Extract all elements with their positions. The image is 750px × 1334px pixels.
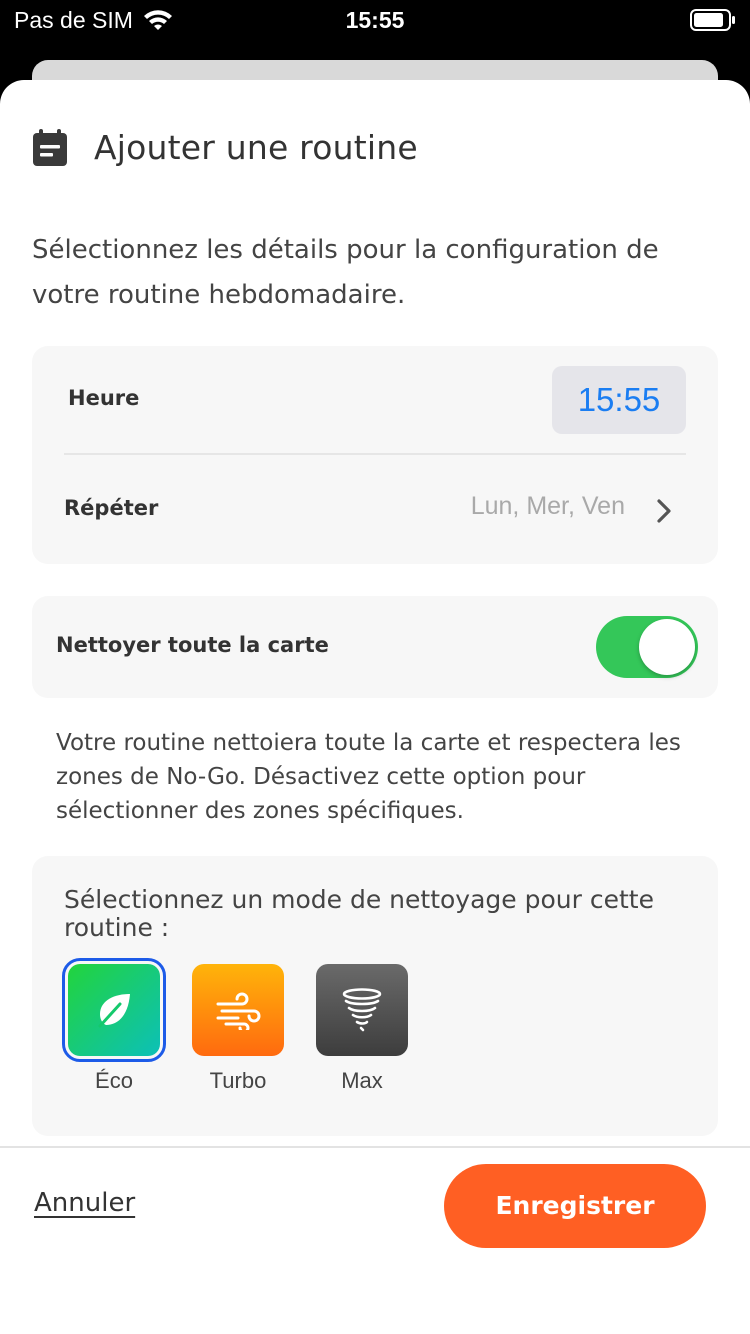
mode-title: Sélectionnez un mode de nettoyage pour c… bbox=[64, 885, 654, 942]
schedule-card: Heure 15:55 Répéter Lun, Mer, Ven bbox=[32, 346, 718, 564]
mode-label: Turbo bbox=[209, 1068, 267, 1093]
intro-text: Sélectionnez les détails pour la configu… bbox=[32, 235, 659, 310]
sheet-header: Ajouter une routine bbox=[32, 128, 418, 167]
leaf-icon bbox=[98, 994, 130, 1028]
mode-eco-tile bbox=[62, 958, 166, 1062]
clean-all-label: Nettoyer toute la carte bbox=[56, 633, 329, 657]
toggle-knob bbox=[639, 619, 695, 675]
mode-turbo[interactable]: Turbo bbox=[188, 964, 288, 1094]
mode-max-tile bbox=[316, 964, 408, 1056]
status-bar: Pas de SIM 15:55 bbox=[0, 0, 750, 40]
save-button[interactable]: Enregistrer bbox=[444, 1164, 706, 1248]
status-time: 15:55 bbox=[345, 7, 405, 33]
cancel-button[interactable]: Annuler bbox=[34, 1188, 135, 1218]
clean-all-toggle[interactable] bbox=[596, 616, 698, 678]
repeat-label: Répéter bbox=[64, 496, 159, 520]
chevron-right-icon bbox=[657, 499, 671, 523]
clean-all-note: Votre routine nettoiera toute la carte e… bbox=[56, 730, 681, 824]
mode-label: Éco bbox=[95, 1068, 133, 1093]
page-title: Ajouter une routine bbox=[94, 128, 418, 167]
battery-icon bbox=[690, 9, 735, 31]
mode-eco[interactable]: Éco bbox=[62, 958, 166, 1094]
calendar-icon bbox=[33, 128, 67, 166]
mode-label: Max bbox=[341, 1068, 383, 1093]
divider bbox=[64, 453, 686, 455]
cleaning-mode-card: Sélectionnez un mode de nettoyage pour c… bbox=[32, 856, 718, 1136]
tornado-icon bbox=[342, 988, 382, 1032]
mode-max[interactable]: Max bbox=[312, 964, 412, 1094]
add-routine-sheet: Ajouter une routine Sélectionnez les dét… bbox=[0, 80, 750, 1334]
repeat-value: Lun, Mer, Ven bbox=[470, 492, 625, 520]
footer-divider bbox=[0, 1146, 750, 1148]
clean-all-card: Nettoyer toute la carte bbox=[32, 596, 718, 698]
mode-turbo-tile bbox=[192, 964, 284, 1056]
time-label: Heure bbox=[68, 386, 140, 410]
time-picker[interactable]: 15:55 bbox=[552, 366, 686, 434]
wind-icon bbox=[216, 992, 261, 1030]
